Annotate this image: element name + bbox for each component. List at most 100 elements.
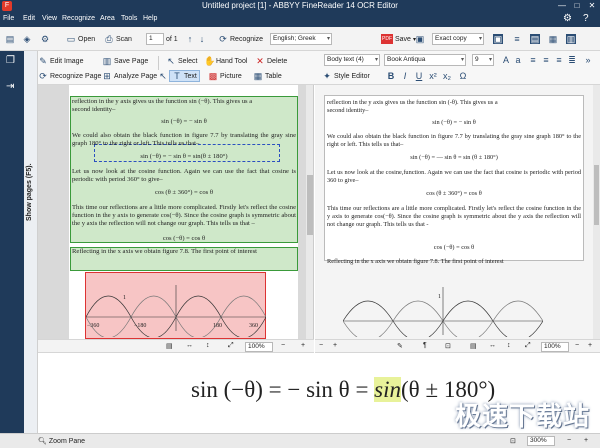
page-thumb-icon[interactable]: ▤ — [470, 342, 477, 350]
select-tool-button[interactable]: ↖ Select — [166, 55, 197, 67]
layers-button[interactable]: ◈ — [22, 33, 32, 45]
equation-1: sin (−θ) = − sin θ — [161, 117, 207, 125]
scan-button[interactable]: ⎙ Scan — [104, 33, 132, 45]
justify-button[interactable]: ≣ — [567, 54, 577, 66]
zoom-in-icon[interactable]: + — [584, 437, 588, 444]
decrease-font-button[interactable]: a — [513, 54, 523, 66]
style-editor-button[interactable]: ✦ Style Editor — [322, 70, 370, 82]
italic-button[interactable]: I — [400, 70, 410, 82]
title-bar: F Untitled project [1] - ABBYY FineReade… — [0, 0, 600, 12]
zoom-in-icon[interactable]: + — [588, 342, 592, 349]
recognize-button[interactable]: ⟳ Recognize — [218, 33, 263, 45]
zoom-view-button[interactable]: ▤ — [530, 33, 540, 45]
insert-symbol-button[interactable]: Ω — [458, 70, 468, 82]
align-left-button[interactable]: ≡ — [528, 54, 538, 66]
cursor-icon: ↖ — [159, 71, 167, 81]
zoom-in-icon[interactable]: + — [333, 342, 337, 349]
text-pane[interactable]: reflection in the y axis gives us the fu… — [315, 85, 600, 339]
save-button[interactable]: PDF Save ▾ — [381, 33, 416, 45]
analyze-page-button[interactable]: ⊞ Analyze Page — [102, 70, 157, 82]
next-page-button[interactable]: ↓ — [197, 33, 207, 45]
pen-icon[interactable]: ✎ — [397, 342, 403, 350]
open-button[interactable]: ▭ Open — [66, 33, 95, 45]
menu-file[interactable]: File — [3, 15, 14, 22]
split-view-button[interactable]: ▥ — [566, 33, 576, 45]
send-button[interactable]: ▣ — [415, 33, 425, 45]
page-thumb-icon[interactable]: ▤ — [166, 342, 173, 350]
fit-width-icon[interactable]: ↔ — [489, 342, 496, 349]
fit-page-icon[interactable]: ⊡ — [510, 437, 516, 445]
menu-recognize[interactable]: Recognize — [62, 15, 95, 22]
menu-edit[interactable]: Edit — [23, 15, 35, 22]
zoom-out-icon[interactable]: − — [575, 342, 579, 349]
close-button[interactable]: ✕ — [586, 0, 598, 12]
settings-menu-button[interactable]: ⚙ — [40, 33, 50, 45]
fit-width-icon[interactable]: ↔ — [186, 342, 193, 349]
font-select[interactable]: Book Antiqua ▾ — [384, 54, 466, 66]
document-icon: ▤ — [5, 34, 15, 44]
text-scrollbar[interactable] — [593, 85, 600, 339]
page-number-input[interactable]: 1 — [146, 33, 164, 45]
cursor-tool-button[interactable]: ↖ — [158, 70, 168, 82]
recognize-page-button[interactable]: ⟳ Recognize Page — [38, 70, 101, 82]
paragraph-style-select[interactable]: Body text (4) ▾ — [324, 54, 380, 66]
fit-height-icon[interactable]: ↕ — [206, 342, 210, 349]
scrollbar-thumb[interactable] — [594, 165, 599, 225]
zoom-out-icon[interactable]: − — [567, 437, 571, 444]
verify-icon[interactable]: ⊡ — [445, 342, 451, 350]
prev-page-button[interactable]: ↑ — [185, 33, 195, 45]
align-center-button[interactable]: ≡ — [541, 54, 551, 66]
menu-view[interactable]: View — [42, 15, 57, 22]
table-area-button[interactable]: ▦ Table — [253, 70, 282, 82]
collapse-icon[interactable]: ⇥ — [6, 81, 14, 92]
layers-icon: ◈ — [23, 34, 31, 44]
picture-area-button[interactable]: ▩ Picture — [208, 70, 242, 82]
image-scrollbar[interactable] — [306, 85, 313, 339]
image-pane[interactable]: reflection in the y axis gives us the fu… — [38, 85, 314, 339]
zoom-pane-toggle[interactable]: 🔍︎ Zoom Pane — [38, 437, 85, 446]
image-zoom-select[interactable]: 100% — [245, 342, 273, 352]
text-zoom-select[interactable]: 100% — [541, 342, 569, 352]
image-view-button[interactable]: ▣ — [493, 33, 503, 45]
bold-button[interactable]: B — [386, 70, 396, 82]
minimize-button[interactable]: — — [556, 0, 568, 12]
fit-page-icon[interactable]: ⤢ — [228, 342, 234, 350]
maximize-button[interactable]: □ — [571, 0, 583, 12]
edit-image-button[interactable]: ✎ Edit Image — [38, 55, 83, 67]
zoom-in-icon[interactable]: + — [301, 342, 305, 349]
save-page-button[interactable]: ▥ Save Page — [102, 55, 149, 67]
layout-view-button[interactable]: ▦ — [548, 33, 558, 45]
new-task-button[interactable]: ▤ — [5, 33, 15, 45]
language-select[interactable]: English; Greek ▾ — [270, 33, 332, 45]
delete-button[interactable]: ✕ Delete — [255, 55, 287, 67]
menu-tools[interactable]: Tools — [121, 15, 137, 22]
more-format-button[interactable]: » — [583, 54, 593, 66]
menu-area[interactable]: Area — [100, 15, 115, 22]
scrollbar-thumb[interactable] — [307, 175, 313, 235]
underline-button[interactable]: U — [414, 70, 424, 82]
pages-icon[interactable]: ❐ — [6, 55, 15, 66]
gear-icon[interactable]: ⚙ — [563, 13, 572, 24]
subscript-button[interactable]: x₂ — [442, 70, 452, 82]
fit-page-icon[interactable]: ⤢ — [525, 342, 531, 350]
text-view-button[interactable]: ≡ — [512, 33, 522, 45]
increase-font-button[interactable]: A — [501, 54, 511, 66]
bold-icon: B — [387, 71, 395, 81]
font-size-select[interactable]: 9 ▾ — [472, 54, 494, 66]
align-right-button[interactable]: ≡ — [554, 54, 564, 66]
show-pages-label: Show pages (F5). — [26, 163, 33, 221]
help-icon[interactable]: ? — [583, 13, 589, 24]
symbol-icon: Ω — [459, 71, 467, 81]
copy-mode-select[interactable]: Exact copy ▾ — [432, 33, 484, 45]
superscript-button[interactable]: x² — [428, 70, 438, 82]
show-pages-strip[interactable]: Show pages (F5). — [24, 51, 38, 433]
zoom-pane-zoom-select[interactable]: 300% — [527, 436, 555, 446]
zoom-out-icon[interactable]: − — [319, 342, 323, 349]
pilcrow-icon[interactable]: ¶ — [423, 342, 427, 349]
fit-height-icon[interactable]: ↕ — [507, 342, 511, 349]
menu-help[interactable]: Help — [143, 15, 157, 22]
recognized-text[interactable]: reflection in the y axis gives us the fu… — [327, 99, 581, 266]
text-area-button[interactable]: T Text — [169, 70, 200, 82]
hand-tool-button[interactable]: ✋ Hand Tool — [204, 55, 247, 67]
zoom-out-icon[interactable]: − — [281, 342, 285, 349]
